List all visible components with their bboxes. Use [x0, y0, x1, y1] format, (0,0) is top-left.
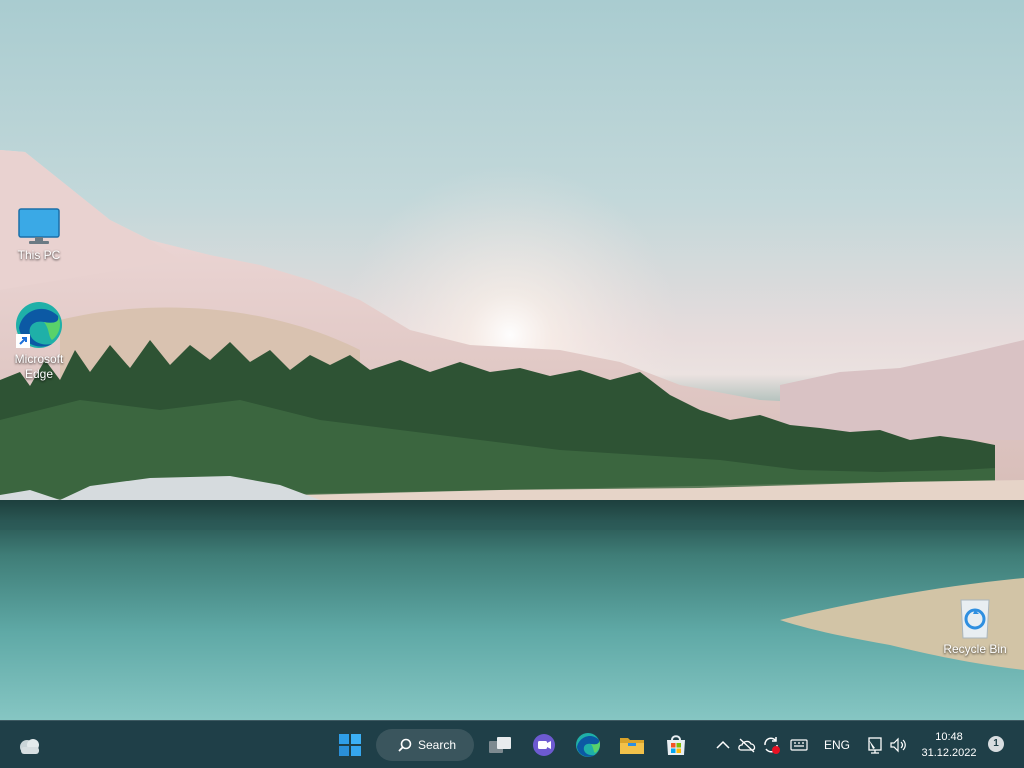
this-pc-icon [18, 208, 60, 244]
cloud-icon [20, 739, 39, 754]
weather-widget[interactable] [14, 728, 44, 762]
desktop-icon-recycle-bin[interactable]: Recycle Bin [942, 596, 1008, 657]
onedrive-button[interactable] [736, 728, 758, 762]
sync-error-icon [764, 737, 780, 754]
file-explorer-icon [620, 738, 644, 754]
chevron-up-icon [716, 740, 730, 749]
task-view-button[interactable] [484, 728, 516, 762]
keyboard-icon [790, 739, 808, 751]
network-button[interactable] [864, 728, 886, 762]
desktop-icon-label: Recycle Bin [943, 642, 1007, 656]
teams-chat-icon [533, 734, 555, 756]
edge-icon [576, 733, 600, 757]
store-button[interactable] [660, 728, 692, 762]
recycle-bin-icon [960, 599, 990, 639]
wallpaper [0, 0, 1024, 720]
network-icon [868, 737, 882, 754]
taskbar-search-button[interactable]: Search [376, 729, 474, 761]
language-label: ENG [823, 738, 850, 752]
volume-button[interactable] [888, 728, 910, 762]
file-explorer-button[interactable] [616, 728, 648, 762]
sync-status-button[interactable] [760, 728, 782, 762]
desktop-icon-this-pc[interactable]: This PC [6, 208, 72, 263]
desktop-icon-microsoft-edge[interactable]: Microsoft Edge [6, 300, 72, 382]
start-icon [339, 734, 361, 756]
start-button[interactable] [334, 728, 366, 762]
teams-chat-button[interactable] [528, 728, 560, 762]
search-icon [398, 738, 412, 752]
edge-icon [16, 302, 62, 348]
store-icon [667, 735, 685, 755]
edge-taskbar-button[interactable] [572, 728, 604, 762]
desktop: This PC Microsoft Edge Recycle Bin [0, 0, 1024, 720]
input-language-indicator[interactable]: ENG [818, 728, 856, 762]
show-hidden-icons-button[interactable] [712, 728, 734, 762]
touch-keyboard-button[interactable] [788, 728, 810, 762]
notification-badge[interactable]: 1 [988, 736, 1004, 752]
clock[interactable]: 10:48 31.12.2022 [914, 729, 984, 761]
desktop-icon-label: Microsoft Edge [14, 352, 64, 381]
desktop-icon-label: This PC [17, 248, 61, 262]
clock-time: 10:48 [935, 731, 963, 743]
volume-icon [890, 737, 906, 753]
onedrive-offline-icon [738, 738, 756, 753]
search-label: Search [418, 738, 457, 752]
task-view-icon [489, 737, 511, 753]
taskbar: Search ENG 10:48 31.12.2022 [0, 720, 1024, 768]
clock-date: 31.12.2022 [921, 747, 977, 759]
